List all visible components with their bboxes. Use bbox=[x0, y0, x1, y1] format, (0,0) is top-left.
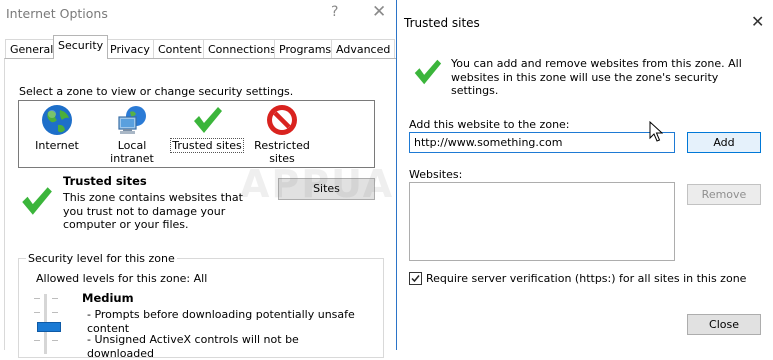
dialog-titlebar: Trusted sites ✕ bbox=[397, 0, 773, 46]
trusted-sites-dialog: Trusted sites ✕ You can add and remove w… bbox=[396, 0, 773, 350]
zone-local-intranet[interactable]: Local intranet bbox=[95, 103, 169, 165]
dialog-description: You can add and remove websites from thi… bbox=[451, 57, 742, 97]
tab-advanced[interactable]: Advanced bbox=[331, 39, 396, 58]
tab-connections[interactable]: Connections bbox=[203, 39, 281, 58]
help-button[interactable]: ? bbox=[331, 4, 338, 20]
security-level-bullet: - Prompts before downloading potentially… bbox=[87, 308, 355, 335]
slider-tick bbox=[52, 298, 58, 299]
close-button[interactable]: Close bbox=[687, 314, 761, 335]
tab-programs[interactable]: Programs bbox=[274, 39, 337, 58]
zone-internet-label: Internet bbox=[35, 139, 79, 152]
zone-trusted-sites[interactable]: Trusted sites bbox=[170, 103, 244, 153]
zone-prompt: Select a zone to view or change security… bbox=[19, 85, 294, 98]
websites-label: Websites: bbox=[409, 168, 463, 181]
require-https-label: Require server verification (https:) for… bbox=[426, 272, 747, 285]
tab-privacy[interactable]: Privacy bbox=[105, 39, 155, 58]
zone-trusted-sites-label: Trusted sites bbox=[170, 138, 244, 153]
security-level-bullet: - Unsigned ActiveX controls will not be … bbox=[87, 333, 299, 360]
checkmark-icon bbox=[190, 103, 224, 137]
selected-zone-description: This zone contains websites that you tru… bbox=[63, 191, 243, 231]
security-level-name: Medium bbox=[82, 291, 134, 305]
zone-restricted-sites[interactable]: Restricted sites bbox=[245, 103, 319, 165]
globe-icon bbox=[40, 103, 74, 137]
slider-tick bbox=[52, 340, 58, 341]
checkmark-icon bbox=[18, 183, 54, 219]
website-url-input[interactable] bbox=[409, 132, 675, 153]
websites-list[interactable] bbox=[409, 182, 675, 261]
zone-local-intranet-label: Local intranet bbox=[110, 139, 154, 165]
prohibited-icon bbox=[265, 103, 299, 137]
close-window-button[interactable]: ✕ bbox=[372, 2, 386, 22]
slider-tick bbox=[52, 312, 58, 313]
add-button[interactable]: Add bbox=[687, 132, 761, 153]
slider-tick bbox=[34, 298, 40, 299]
add-website-label: Add this website to the zone: bbox=[409, 118, 570, 131]
close-icon[interactable]: ✕ bbox=[751, 12, 764, 31]
dialog-title: Trusted sites bbox=[404, 16, 480, 30]
slider-tick bbox=[34, 312, 40, 313]
tab-security[interactable]: Security bbox=[53, 35, 109, 59]
zone-internet[interactable]: Internet bbox=[20, 103, 94, 152]
security-level-legend: Security level for this zone bbox=[26, 252, 177, 265]
slider-tick bbox=[34, 340, 40, 341]
remove-button[interactable]: Remove bbox=[687, 184, 761, 205]
tab-content[interactable]: Content bbox=[153, 39, 207, 58]
mouse-cursor-icon bbox=[649, 120, 664, 143]
security-level-slider-thumb[interactable] bbox=[37, 322, 61, 332]
selected-zone-title: Trusted sites bbox=[63, 174, 147, 188]
window-title: Internet Options bbox=[6, 6, 108, 21]
checkmark-icon bbox=[411, 56, 443, 88]
tab-general[interactable]: General bbox=[5, 39, 59, 58]
allowed-levels-text: Allowed levels for this zone: All bbox=[36, 272, 208, 285]
require-https-checkbox[interactable] bbox=[409, 272, 422, 285]
computer-network-icon bbox=[115, 103, 149, 137]
